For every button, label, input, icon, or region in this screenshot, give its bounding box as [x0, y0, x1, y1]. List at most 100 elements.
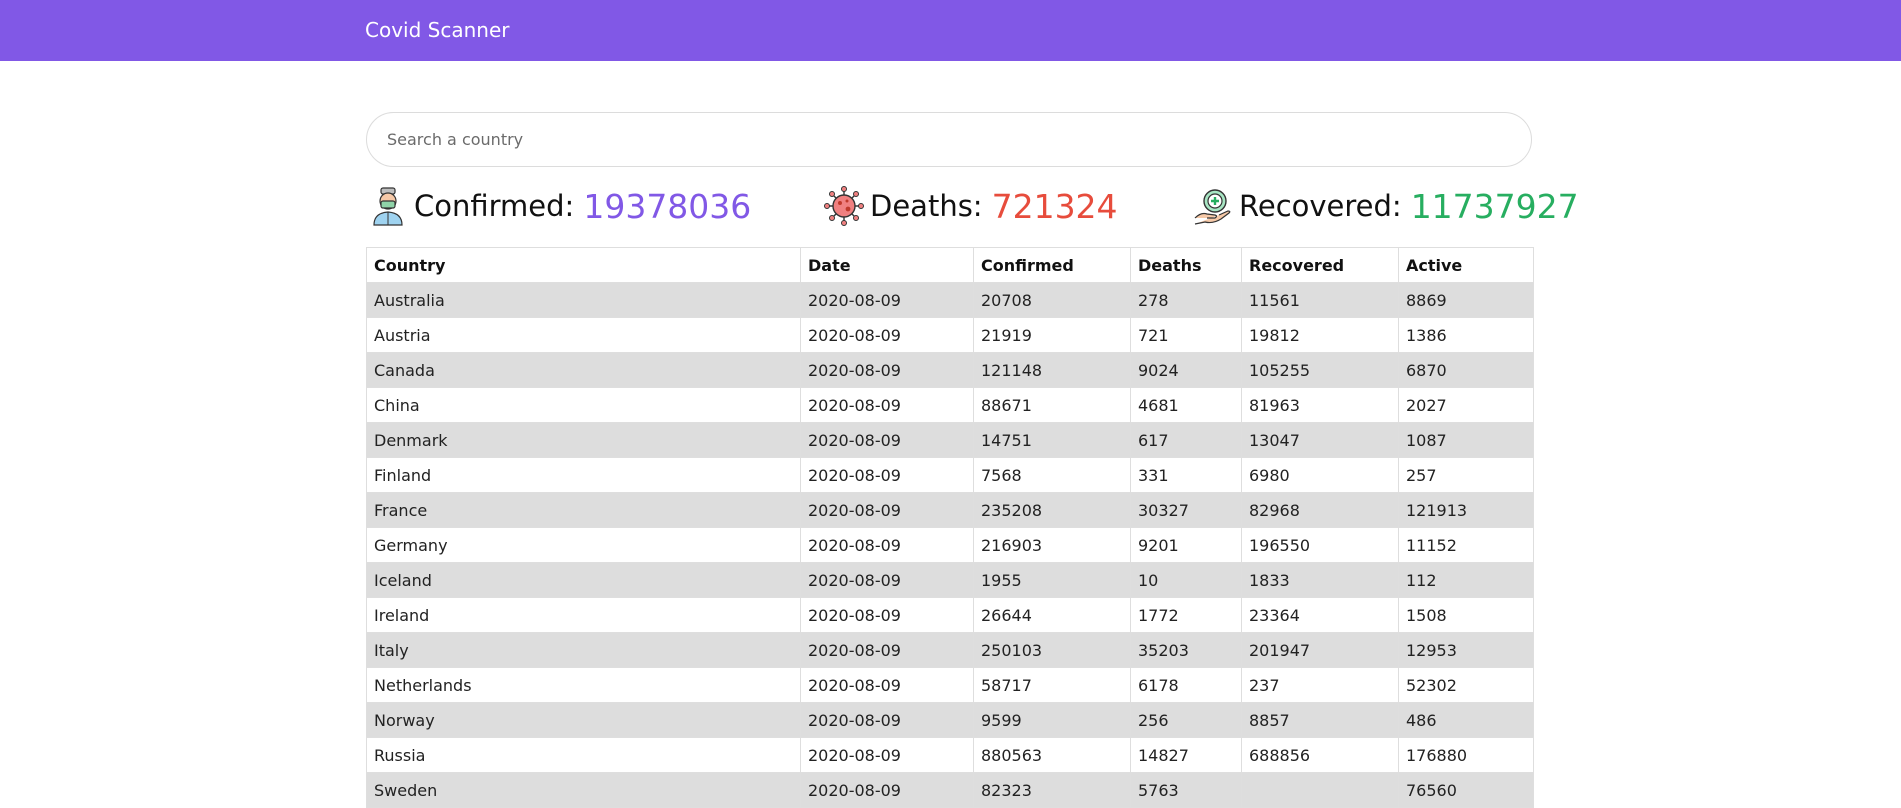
country-cell: Germany — [366, 527, 801, 563]
active-cell: 76560 — [1398, 772, 1534, 808]
date-cell: 2020-08-09 — [800, 422, 974, 458]
deaths-cell: 331 — [1130, 457, 1242, 493]
country-cell: Sweden — [366, 772, 801, 808]
confirmed-cell: 9599 — [973, 702, 1131, 738]
recovered-cell: 196550 — [1241, 527, 1399, 563]
confirmed-cell: 20708 — [973, 282, 1131, 318]
country-cell: Netherlands — [366, 667, 801, 703]
date-cell: 2020-08-09 — [800, 282, 974, 318]
recovered-stat: Recovered: 11737927 — [1193, 183, 1579, 229]
recovered-label: Recovered: — [1239, 189, 1402, 223]
table-row: Germany 2020-08-09 216903 9201 196550 11152 — [366, 527, 1534, 563]
confirmed-cell: 1955 — [973, 562, 1131, 598]
table-header-row: Country Date Confirmed Deaths Recovered … — [366, 247, 1534, 283]
table-row: Finland 2020-08-09 7568 331 6980 257 — [366, 457, 1534, 493]
table-row: China 2020-08-09 88671 4681 81963 2027 — [366, 387, 1534, 423]
hand-medical-icon — [1194, 189, 1231, 225]
active-cell: 121913 — [1398, 492, 1534, 528]
date-cell: 2020-08-09 — [800, 737, 974, 773]
doctor-mask-icon — [373, 187, 403, 226]
recovered-cell: 13047 — [1241, 422, 1399, 458]
deaths-value: 721324 — [991, 186, 1118, 226]
recovered-cell: 1833 — [1241, 562, 1399, 598]
table-row: Australia 2020-08-09 20708 278 11561 8869 — [366, 282, 1534, 318]
virus-icon — [824, 186, 864, 226]
table-row: Sweden 2020-08-09 82323 5763 76560 — [366, 772, 1534, 808]
confirmed-cell: 7568 — [973, 457, 1131, 493]
active-cell: 1087 — [1398, 422, 1534, 458]
date-cell: 2020-08-09 — [800, 492, 974, 528]
deaths-cell: 9024 — [1130, 352, 1242, 388]
deaths-cell: 10 — [1130, 562, 1242, 598]
table-row: Norway 2020-08-09 9599 256 8857 486 — [366, 702, 1534, 738]
column-header-country[interactable]: Country — [366, 247, 801, 283]
country-cell: Australia — [366, 282, 801, 318]
recovered-cell — [1241, 772, 1399, 808]
column-header-confirmed[interactable]: Confirmed — [973, 247, 1131, 283]
confirmed-cell: 82323 — [973, 772, 1131, 808]
confirmed-value: 19378036 — [583, 186, 752, 226]
search-input[interactable] — [366, 112, 1532, 167]
column-header-deaths[interactable]: Deaths — [1130, 247, 1242, 283]
country-cell: Russia — [366, 737, 801, 773]
brand-title[interactable]: Covid Scanner — [365, 16, 509, 44]
active-cell: 8869 — [1398, 282, 1534, 318]
deaths-cell: 4681 — [1130, 387, 1242, 423]
active-cell: 6870 — [1398, 352, 1534, 388]
deaths-cell: 5763 — [1130, 772, 1242, 808]
active-cell: 12953 — [1398, 632, 1534, 668]
date-cell: 2020-08-09 — [800, 562, 974, 598]
column-header-active[interactable]: Active — [1398, 247, 1534, 283]
active-cell: 1386 — [1398, 317, 1534, 353]
recovered-cell: 23364 — [1241, 597, 1399, 633]
confirmed-cell: 58717 — [973, 667, 1131, 703]
country-table: Country Date Confirmed Deaths Recovered … — [366, 247, 1534, 808]
country-cell: China — [366, 387, 801, 423]
date-cell: 2020-08-09 — [800, 527, 974, 563]
table-row: Netherlands 2020-08-09 58717 6178 237 52302 — [366, 667, 1534, 703]
deaths-stat: Deaths: 721324 — [824, 183, 1118, 229]
date-cell: 2020-08-09 — [800, 317, 974, 353]
deaths-cell: 6178 — [1130, 667, 1242, 703]
country-cell: Ireland — [366, 597, 801, 633]
date-cell: 2020-08-09 — [800, 352, 974, 388]
active-cell: 112 — [1398, 562, 1534, 598]
column-header-date[interactable]: Date — [800, 247, 974, 283]
active-cell: 52302 — [1398, 667, 1534, 703]
table-row: Denmark 2020-08-09 14751 617 13047 1087 — [366, 422, 1534, 458]
active-cell: 257 — [1398, 457, 1534, 493]
table-row: Ireland 2020-08-09 26644 1772 23364 1508 — [366, 597, 1534, 633]
column-header-recovered[interactable]: Recovered — [1241, 247, 1399, 283]
confirmed-cell: 26644 — [973, 597, 1131, 633]
active-cell: 176880 — [1398, 737, 1534, 773]
confirmed-cell: 88671 — [973, 387, 1131, 423]
country-cell: Denmark — [366, 422, 801, 458]
date-cell: 2020-08-09 — [800, 667, 974, 703]
country-cell: Norway — [366, 702, 801, 738]
table-row: Italy 2020-08-09 250103 35203 201947 12953 — [366, 632, 1534, 668]
active-cell: 2027 — [1398, 387, 1534, 423]
deaths-cell: 9201 — [1130, 527, 1242, 563]
confirmed-cell: 880563 — [973, 737, 1131, 773]
confirmed-cell: 121148 — [973, 352, 1131, 388]
deaths-cell: 30327 — [1130, 492, 1242, 528]
table-row: Iceland 2020-08-09 1955 10 1833 112 — [366, 562, 1534, 598]
date-cell: 2020-08-09 — [800, 457, 974, 493]
recovered-value: 11737927 — [1410, 186, 1579, 226]
confirmed-label: Confirmed: — [414, 189, 575, 223]
deaths-cell: 1772 — [1130, 597, 1242, 633]
country-cell: Italy — [366, 632, 801, 668]
confirmed-stat: Confirmed: 19378036 — [368, 183, 751, 229]
active-cell: 1508 — [1398, 597, 1534, 633]
country-cell: Finland — [366, 457, 801, 493]
country-cell: Canada — [366, 352, 801, 388]
deaths-cell: 256 — [1130, 702, 1242, 738]
country-cell: France — [366, 492, 801, 528]
table-row: Canada 2020-08-09 121148 9024 105255 6870 — [366, 352, 1534, 388]
confirmed-cell: 14751 — [973, 422, 1131, 458]
recovered-cell: 82968 — [1241, 492, 1399, 528]
deaths-label: Deaths: — [870, 189, 983, 223]
confirmed-cell: 21919 — [973, 317, 1131, 353]
recovered-cell: 11561 — [1241, 282, 1399, 318]
date-cell: 2020-08-09 — [800, 702, 974, 738]
